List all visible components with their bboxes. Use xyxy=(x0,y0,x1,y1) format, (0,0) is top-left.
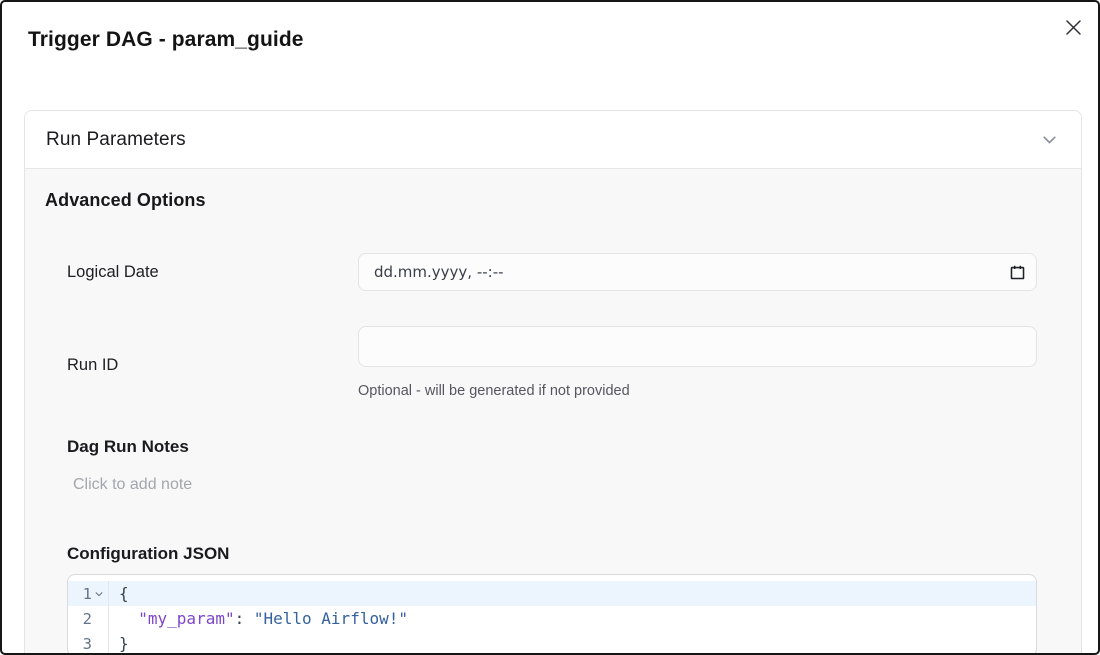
run-id-label: Run ID xyxy=(67,354,118,376)
json-open-brace: { xyxy=(119,584,129,603)
advanced-options-heading: Advanced Options xyxy=(45,188,1037,212)
json-separator: : xyxy=(235,609,254,628)
run-id-helper-text: Optional - will be generated if not prov… xyxy=(358,381,1037,401)
fold-chevron-icon[interactable] xyxy=(92,587,106,601)
editor-line-3: 3 } xyxy=(68,631,1036,655)
close-icon xyxy=(1065,19,1082,36)
run-id-label-col: Run ID xyxy=(67,326,358,348)
configuration-json-label: Configuration JSON xyxy=(67,542,1037,566)
close-button[interactable] xyxy=(1060,14,1086,40)
line-number: 1 xyxy=(83,585,92,603)
logical-date-label-col: Logical Date xyxy=(67,261,358,283)
json-close-brace: } xyxy=(119,634,129,653)
advanced-options-section: Advanced Options Logical Date xyxy=(25,168,1081,655)
editor-gutter: 2 xyxy=(68,606,109,631)
trigger-form: Logical Date xyxy=(67,253,1037,655)
calendar-icon xyxy=(1009,264,1026,281)
editor-gutter: 1 xyxy=(68,581,109,606)
run-parameters-header[interactable]: Run Parameters xyxy=(25,111,1081,168)
logical-date-row: Logical Date xyxy=(67,253,1037,291)
run-parameters-label: Run Parameters xyxy=(46,129,186,151)
run-parameters-card: Run Parameters Advanced Options Logical … xyxy=(24,110,1082,655)
line-number: 2 xyxy=(83,610,92,628)
line-number: 3 xyxy=(83,635,92,653)
run-id-row: Run ID Optional - will be generated if n… xyxy=(67,326,1037,401)
json-editor[interactable]: 1 { 2 xyxy=(67,574,1037,655)
chevron-down-icon xyxy=(1039,129,1060,150)
dialog-header: Trigger DAG - param_guide xyxy=(2,2,1098,54)
fold-slot-empty xyxy=(92,637,106,651)
logical-date-input-col xyxy=(358,253,1037,291)
json-string-value: "Hello Airflow!" xyxy=(254,609,408,628)
dag-run-notes-label: Dag Run Notes xyxy=(67,435,1037,459)
json-property-key: "my_param" xyxy=(138,609,234,628)
dialog-title: Trigger DAG - param_guide xyxy=(28,26,1072,54)
logical-date-input[interactable] xyxy=(358,253,1037,291)
trigger-dag-dialog: Trigger DAG - param_guide Run Parameters… xyxy=(0,0,1100,655)
code-line: } xyxy=(109,634,129,653)
code-line: "my_param": "Hello Airflow!" xyxy=(109,609,408,628)
code-line: { xyxy=(109,584,129,603)
add-note-button[interactable]: Click to add note xyxy=(67,473,192,497)
editor-line-2: 2 "my_param": "Hello Airflow!" xyxy=(68,606,1036,631)
json-indent xyxy=(119,609,138,628)
editor-gutter: 3 xyxy=(68,631,109,655)
logical-date-label: Logical Date xyxy=(67,263,159,281)
run-id-input-col: Optional - will be generated if not prov… xyxy=(358,326,1037,401)
fold-slot-empty xyxy=(92,612,106,626)
calendar-picker-button[interactable] xyxy=(1008,263,1026,281)
editor-line-1: 1 { xyxy=(68,581,1036,606)
run-id-input[interactable] xyxy=(358,326,1037,367)
